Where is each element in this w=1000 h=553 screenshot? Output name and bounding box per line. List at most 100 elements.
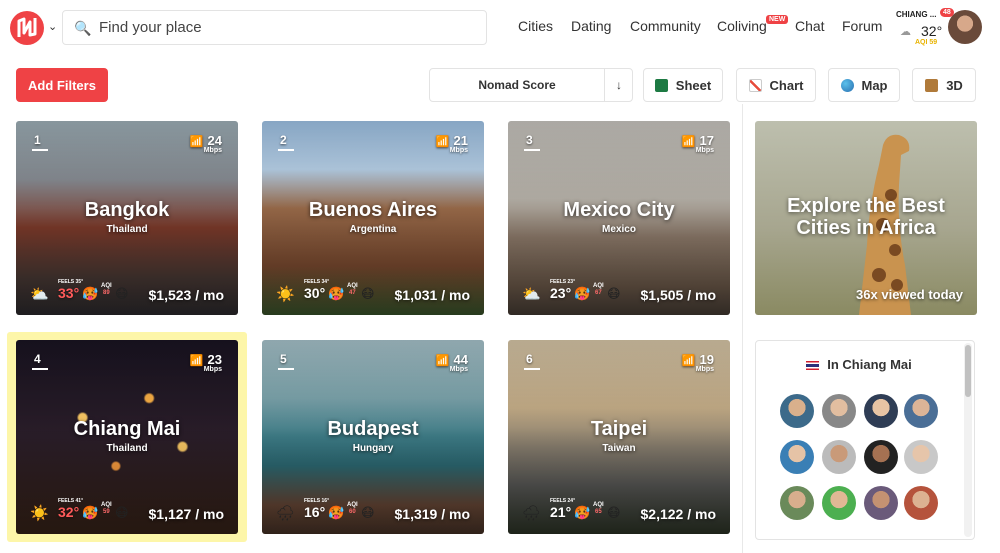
cloud-icon: ☁ [900,26,911,38]
rain-cloud-icon: 🌧 [276,505,296,522]
air-quality: AQI 65 [593,502,604,515]
nav-cities[interactable]: Cities [518,18,553,34]
city-name: Mexico City [563,199,675,221]
map-label: Map [861,77,888,93]
member-avatar[interactable] [780,394,814,428]
user-location: CHIANG ... [896,10,937,19]
nav-chat[interactable]: Chat [795,18,825,34]
sort-label[interactable]: Nomad Score [430,69,604,101]
rank-underline [524,149,540,151]
rank-underline [278,149,294,151]
city-card-bangkok[interactable]: 1 📶 24 Mbps Bangkok Thailand ⛅ FEELS 35° 3… [16,121,238,315]
member-avatar[interactable] [904,440,938,474]
wifi-speed: 📶 21 Mbps [435,133,468,154]
sun-icon: ☀️ [276,286,295,303]
wifi-icon: 📶 [189,355,204,367]
card-rank: 4 [34,352,41,366]
hot-face-icon: 🥵 [574,505,591,520]
chevron-down-icon[interactable]: ⌄ [48,20,57,33]
mask-face-icon: 😷 [607,286,621,301]
search-box[interactable]: 🔍 [62,10,487,45]
3d-label: 3D [946,77,963,93]
sheet-button[interactable]: Sheet [643,68,723,102]
city-name: Bangkok [84,199,170,221]
wifi-icon: 📶 [435,136,450,148]
nomad-logo-icon[interactable] [10,11,44,45]
member-avatar[interactable] [864,440,898,474]
cost-per-month: $1,523 / mo [148,287,225,303]
mask-face-icon: 😷 [115,505,129,520]
temperature: 33° [58,285,80,301]
member-avatar[interactable] [822,486,856,520]
member-avatar[interactable] [864,394,898,428]
country-name: Argentina [349,224,397,235]
wifi-icon: 📶 [189,136,204,148]
country-name: Thailand [106,443,148,454]
3d-button[interactable]: 3D [912,68,976,102]
chart-button[interactable]: Chart [736,68,816,102]
member-avatar[interactable] [822,440,856,474]
notification-badge[interactable]: 48 [940,8,954,17]
air-quality: AQI 59 [101,502,112,515]
city-card-budapest[interactable]: 5 📶 44 Mbps Budapest Hungary 🌧 FEELS 16° 1… [262,340,484,534]
nav-coliving[interactable]: Coliving [717,18,767,34]
air-quality: AQI 89 [101,283,112,296]
rain-cloud-icon: 🌧 [522,505,542,522]
search-icon: 🔍 [74,20,92,36]
wifi-speed: 📶 44 Mbps [435,352,468,373]
rank-underline [32,149,48,151]
box-icon [925,78,939,92]
nav-forum[interactable]: Forum [842,18,882,34]
nav-dating[interactable]: Dating [571,18,611,34]
card-rank: 5 [280,352,287,366]
city-name: Buenos Aires [308,199,438,221]
member-avatar[interactable] [864,486,898,520]
card-rank: 2 [280,133,287,147]
map-button[interactable]: Map [828,68,900,102]
add-filters-button[interactable]: Add Filters [16,68,108,102]
nav-community[interactable]: Community [630,18,701,34]
city-card-chiang-mai[interactable]: 4 📶 23 Mbps Chiang Mai Thailand ☀️ FEELS 4… [16,340,238,534]
member-avatar[interactable] [904,486,938,520]
member-avatar[interactable] [780,440,814,474]
people-scrollbar[interactable] [964,343,972,537]
mask-face-icon: 😷 [115,286,129,301]
city-card-buenos-aires[interactable]: 2 📶 21 Mbps Buenos Aires Argentina ☀️ FEEL… [262,121,484,315]
card-rank: 1 [34,133,41,147]
temperature: 23° [550,285,572,301]
card-rank: 6 [526,352,533,366]
people-in-city-panel: In Chiang Mai [755,340,975,540]
search-input[interactable] [99,11,479,44]
cost-per-month: $1,031 / mo [394,287,471,303]
hot-face-icon: 🥵 [328,286,345,301]
city-name: Budapest [327,418,419,440]
cost-per-month: $2,122 / mo [640,506,717,522]
wifi-speed: 📶 23 Mbps [189,352,222,373]
temperature: 32° [58,504,80,520]
scrollbar-thumb[interactable] [965,345,971,397]
chart-icon [748,78,762,92]
city-name: Chiang Mai [73,418,181,440]
member-avatar[interactable] [904,394,938,428]
top-header: ⌄ 🔍 Cities Dating Community Coliving NEW… [0,0,1000,54]
wifi-speed: 📶 24 Mbps [189,133,222,154]
city-card-mexico-city[interactable]: 3 📶 17 Mbps Mexico City Mexico ⛅ FEELS 23°… [508,121,730,315]
wifi-icon: 📶 [681,136,696,148]
sort-direction-button[interactable]: ↓ [604,69,633,101]
country-name: Mexico [602,224,636,235]
air-quality: AQI 67 [593,283,604,296]
cost-per-month: $1,319 / mo [394,506,471,522]
wifi-icon: 📶 [435,355,450,367]
new-badge: NEW [766,15,789,24]
sort-select[interactable]: Nomad Score ↓ [429,68,633,102]
city-card-taipei[interactable]: 6 📶 19 Mbps Taipei Taiwan 🌧 FEELS 24° 21° … [508,340,730,534]
wifi-icon: 📶 [681,355,696,367]
temperature: 30° [304,285,326,301]
member-avatar[interactable] [780,486,814,520]
member-avatar[interactable] [822,394,856,428]
hot-face-icon: 🥵 [82,286,99,301]
africa-promo-card[interactable]: Explore the Best Cities in Africa 36x vi… [755,121,977,315]
mask-face-icon: 😷 [361,286,375,301]
temperature: 16° [304,504,326,520]
temperature: 21° [550,504,572,520]
